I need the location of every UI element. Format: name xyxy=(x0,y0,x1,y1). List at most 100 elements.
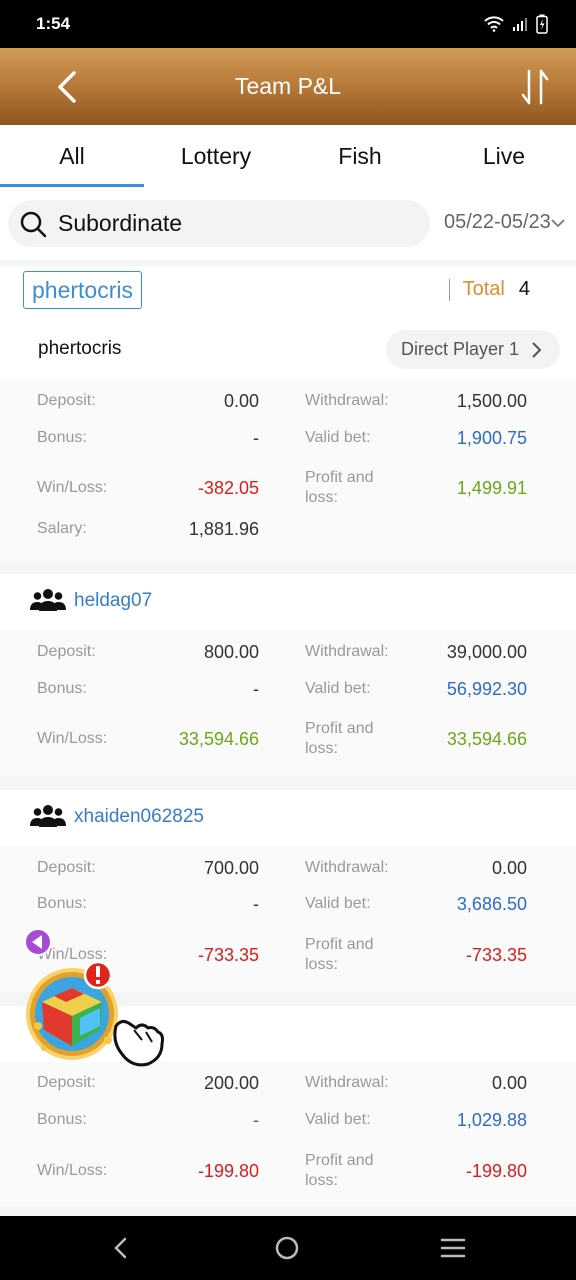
profit-loss-label-2: loss: xyxy=(305,956,338,973)
bonus-label: Bonus: xyxy=(37,1111,87,1128)
salary-value: 1,881.96 xyxy=(188,519,259,539)
chevron-down-icon xyxy=(551,218,565,227)
win-loss-label: Win/Loss: xyxy=(37,730,108,747)
profit-loss-label: Profit and xyxy=(305,1152,374,1169)
profit-loss-label-2: loss: xyxy=(305,740,338,757)
withdrawal-value: 0.00 xyxy=(491,858,527,878)
subordinate-search[interactable]: Subordinate xyxy=(8,200,430,247)
bonus-value: - xyxy=(253,894,259,914)
wifi-icon xyxy=(484,16,504,32)
status-time: 1:54 xyxy=(36,14,71,33)
valid-bet-value: 3,686.50 xyxy=(456,894,527,914)
valid-bet-label: Valid bet: xyxy=(305,895,371,912)
tab-fish[interactable]: Fish xyxy=(288,125,432,187)
player-name-link[interactable]: heldag07 xyxy=(74,590,152,612)
win-loss-value: -382.05 xyxy=(197,478,259,498)
chevron-right-icon xyxy=(532,341,542,358)
deposit-label: Deposit: xyxy=(37,859,96,876)
profit-loss-label: Profit and xyxy=(305,720,374,737)
profit-loss-value: -199.80 xyxy=(465,1161,527,1181)
total-value: 4 xyxy=(518,278,530,300)
profit-loss-value: 1,499.91 xyxy=(456,478,527,498)
withdrawal-label: Withdrawal: xyxy=(305,643,389,660)
withdrawal-label: Withdrawal: xyxy=(305,392,389,409)
deposit-label: Deposit: xyxy=(37,643,96,660)
card-stats: Deposit: 0.00 Withdrawal: 1,500.00 Bonus… xyxy=(0,378,576,562)
selected-user-tag[interactable]: phertocris xyxy=(23,271,142,309)
date-range-selector[interactable]: 05/22-05/23 xyxy=(444,211,565,234)
filter-row: Subordinate 05/22-05/23 xyxy=(0,187,576,260)
withdrawal-value: 0.00 xyxy=(491,1073,527,1093)
withdrawal-label: Withdrawal: xyxy=(305,1074,389,1091)
bonus-label: Bonus: xyxy=(37,895,87,912)
nav-menu-icon[interactable] xyxy=(440,1237,466,1259)
collapse-arrow-icon[interactable] xyxy=(24,930,52,956)
card-header: phertocris Direct Player 1 xyxy=(0,322,576,378)
divider xyxy=(448,278,450,301)
tab-live[interactable]: Live xyxy=(432,125,576,187)
card-header: heldag07 xyxy=(0,574,576,626)
card-header: xhaiden062825 xyxy=(0,790,576,842)
stat-row: Bonus: - Valid bet: 1,029.88 xyxy=(0,1100,576,1140)
profit-loss-label: Profit and xyxy=(305,936,374,953)
card-stats: Deposit: 200.00 Withdrawal: 0.00 Bonus: … xyxy=(0,1062,576,1206)
pointing-hand-icon xyxy=(113,1019,164,1067)
valid-bet-label: Valid bet: xyxy=(305,1111,371,1128)
stat-row: Win/Loss: -382.05 Profit and loss: 1,499… xyxy=(0,462,576,512)
deposit-value: 0.00 xyxy=(223,391,259,411)
player-name: phertocris xyxy=(38,338,122,359)
stat-row: Win/Loss: 33,594.66 Profit and loss: 33,… xyxy=(0,714,576,764)
win-loss-value: -199.80 xyxy=(197,1161,259,1181)
total-label: Total xyxy=(462,278,505,300)
alert-badge-icon xyxy=(83,960,113,990)
tab-all[interactable]: All xyxy=(0,125,144,187)
profit-loss-value: -733.35 xyxy=(465,945,527,965)
deposit-value: 700.00 xyxy=(203,858,259,878)
nav-home-icon[interactable] xyxy=(274,1235,300,1261)
date-range-text: 05/22-05/23 xyxy=(444,211,551,233)
profit-loss-value: 33,594.66 xyxy=(446,729,527,749)
win-loss-label: Win/Loss: xyxy=(37,1162,108,1179)
floating-gift-button[interactable] xyxy=(24,930,169,1070)
profit-loss-label: Profit and xyxy=(305,469,374,486)
stat-row: Deposit: 800.00 Withdrawal: 39,000.00 xyxy=(0,632,576,672)
total-count: Total 4 xyxy=(448,278,530,301)
withdrawal-label: Withdrawal: xyxy=(305,859,389,876)
win-loss-value: -733.35 xyxy=(197,945,259,965)
stat-row: Salary: 1,881.96 xyxy=(0,509,576,549)
win-loss-value: 33,594.66 xyxy=(178,729,259,749)
status-icons xyxy=(484,14,548,34)
group-users-icon xyxy=(30,805,66,827)
sort-arrows-icon[interactable] xyxy=(520,68,550,106)
back-arrow-icon[interactable] xyxy=(52,70,82,104)
stat-row: Bonus: - Valid bet: 1,900.75 xyxy=(0,418,576,458)
deposit-value: 200.00 xyxy=(203,1073,259,1093)
profit-loss-label-2: loss: xyxy=(305,1172,338,1189)
player-card: heldag07 Deposit: 800.00 Withdrawal: 39,… xyxy=(0,574,576,776)
group-users-icon xyxy=(30,589,66,611)
signal-icon xyxy=(513,18,527,31)
profit-loss-label-2: loss: xyxy=(305,489,338,506)
player-card: phertocris Direct Player 1 Deposit: 0.00… xyxy=(0,322,576,562)
bonus-value: - xyxy=(253,428,259,448)
deposit-value: 800.00 xyxy=(203,642,259,662)
valid-bet-value: 1,029.88 xyxy=(456,1110,527,1130)
valid-bet-label: Valid bet: xyxy=(305,429,371,446)
withdrawal-value: 1,500.00 xyxy=(456,391,527,411)
direct-player-button[interactable]: Direct Player 1 xyxy=(386,330,560,369)
nav-back-icon[interactable] xyxy=(111,1236,131,1260)
app-header: Team P&L xyxy=(0,48,576,125)
stat-row: Win/Loss: -199.80 Profit and loss: -199.… xyxy=(0,1146,576,1196)
stat-row: Deposit: 0.00 Withdrawal: 1,500.00 xyxy=(0,381,576,421)
win-loss-label: Win/Loss: xyxy=(37,479,108,496)
stat-row: Bonus: - Valid bet: 56,992.30 xyxy=(0,669,576,709)
valid-bet-label: Valid bet: xyxy=(305,680,371,697)
valid-bet-value: 56,992.30 xyxy=(446,679,527,699)
player-name-link[interactable]: xhaiden062825 xyxy=(74,806,204,828)
system-nav-bar xyxy=(0,1216,576,1280)
page-title: Team P&L xyxy=(234,73,342,99)
deposit-label: Deposit: xyxy=(37,1074,96,1091)
tab-lottery[interactable]: Lottery xyxy=(144,125,288,187)
category-tabs: All Lottery Fish Live xyxy=(0,125,576,187)
stat-row: Deposit: 700.00 Withdrawal: 0.00 xyxy=(0,848,576,888)
